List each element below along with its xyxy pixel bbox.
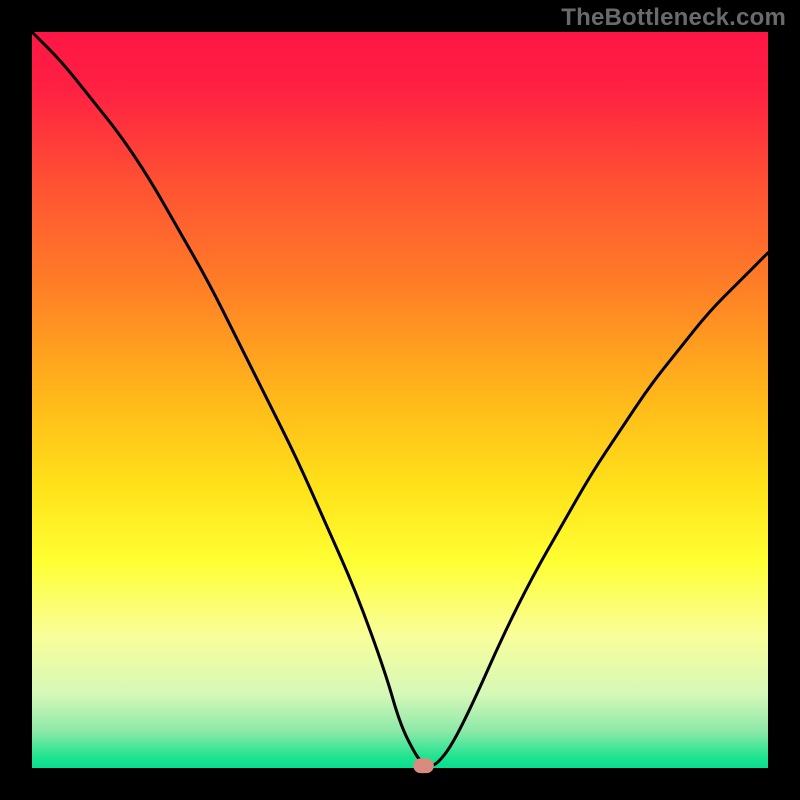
gradient-background xyxy=(32,32,768,768)
bottleneck-chart xyxy=(0,0,800,800)
chart-frame: TheBottleneck.com xyxy=(0,0,800,800)
optimum-marker xyxy=(413,758,434,773)
watermark-text: TheBottleneck.com xyxy=(561,4,786,32)
